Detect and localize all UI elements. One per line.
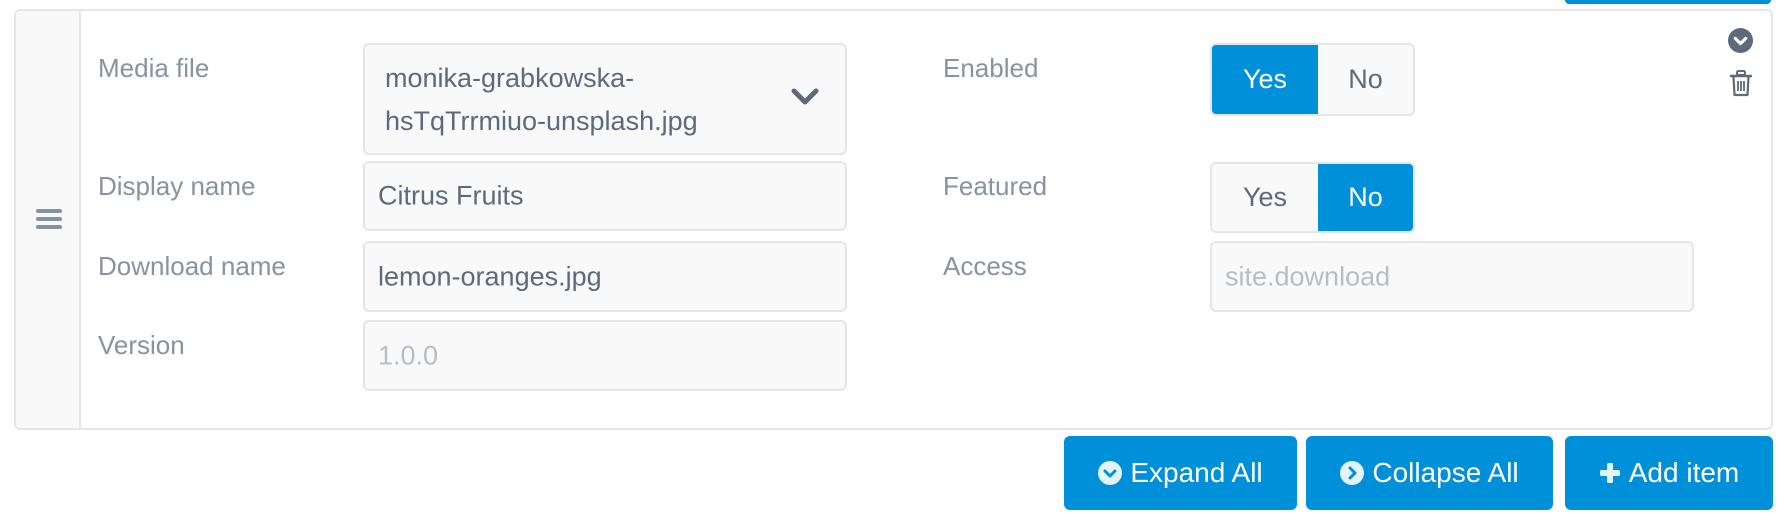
- add-item-label: Add item: [1628, 457, 1740, 488]
- version-placeholder: 1.0.0: [378, 340, 439, 370]
- featured-label: Featured: [943, 171, 1048, 201]
- enabled-yes-option[interactable]: Yes: [1212, 45, 1318, 114]
- enabled-label: Enabled: [943, 53, 1039, 83]
- drag-handle[interactable]: [16, 11, 81, 428]
- featured-no-option[interactable]: No: [1318, 164, 1413, 231]
- chevron-down-icon: [791, 88, 819, 105]
- enabled-toggle[interactable]: Yes No: [1210, 43, 1415, 116]
- chevron-circle-down-icon: [1098, 461, 1123, 485]
- media-file-select[interactable]: monika-grabkowska-hsTqTrrmiuo-unsplash.j…: [363, 43, 847, 155]
- chevron-circle-right-icon: [1340, 461, 1365, 485]
- featured-toggle[interactable]: Yes No: [1210, 162, 1415, 233]
- version-input[interactable]: 1.0.0: [363, 320, 847, 391]
- access-placeholder: site.download: [1225, 261, 1391, 291]
- display-name-input[interactable]: Citrus Fruits: [363, 161, 847, 231]
- media-file-label: Media file: [98, 53, 210, 83]
- access-label: Access: [943, 251, 1027, 281]
- repeatable-item-panel: Media file Display name Download name Ve…: [14, 9, 1773, 430]
- plus-icon: [1599, 463, 1620, 483]
- chevron-circle-down-icon[interactable]: [1728, 28, 1753, 53]
- version-label: Version: [98, 330, 185, 360]
- collapse-all-button[interactable]: Collapse All: [1306, 436, 1553, 510]
- expand-all-button[interactable]: Expand All: [1064, 436, 1297, 510]
- add-item-button[interactable]: Add item: [1565, 436, 1773, 510]
- display-name-label: Display name: [98, 171, 256, 201]
- download-name-value: lemon-oranges.jpg: [378, 261, 602, 291]
- previous-add-item-button-partial[interactable]: [1565, 0, 1771, 4]
- featured-yes-option[interactable]: Yes: [1212, 164, 1318, 231]
- trash-icon[interactable]: [1730, 70, 1752, 97]
- download-name-input[interactable]: lemon-oranges.jpg: [363, 241, 847, 312]
- display-name-value: Citrus Fruits: [378, 180, 524, 211]
- download-name-label: Download name: [98, 251, 286, 281]
- access-input[interactable]: site.download: [1210, 241, 1694, 312]
- bars-icon: [36, 209, 62, 229]
- expand-all-label: Expand All: [1130, 457, 1263, 488]
- collapse-all-label: Collapse All: [1372, 457, 1519, 488]
- enabled-no-option[interactable]: No: [1318, 45, 1413, 114]
- media-file-value: monika-grabkowska-hsTqTrrmiuo-unsplash.j…: [385, 63, 698, 136]
